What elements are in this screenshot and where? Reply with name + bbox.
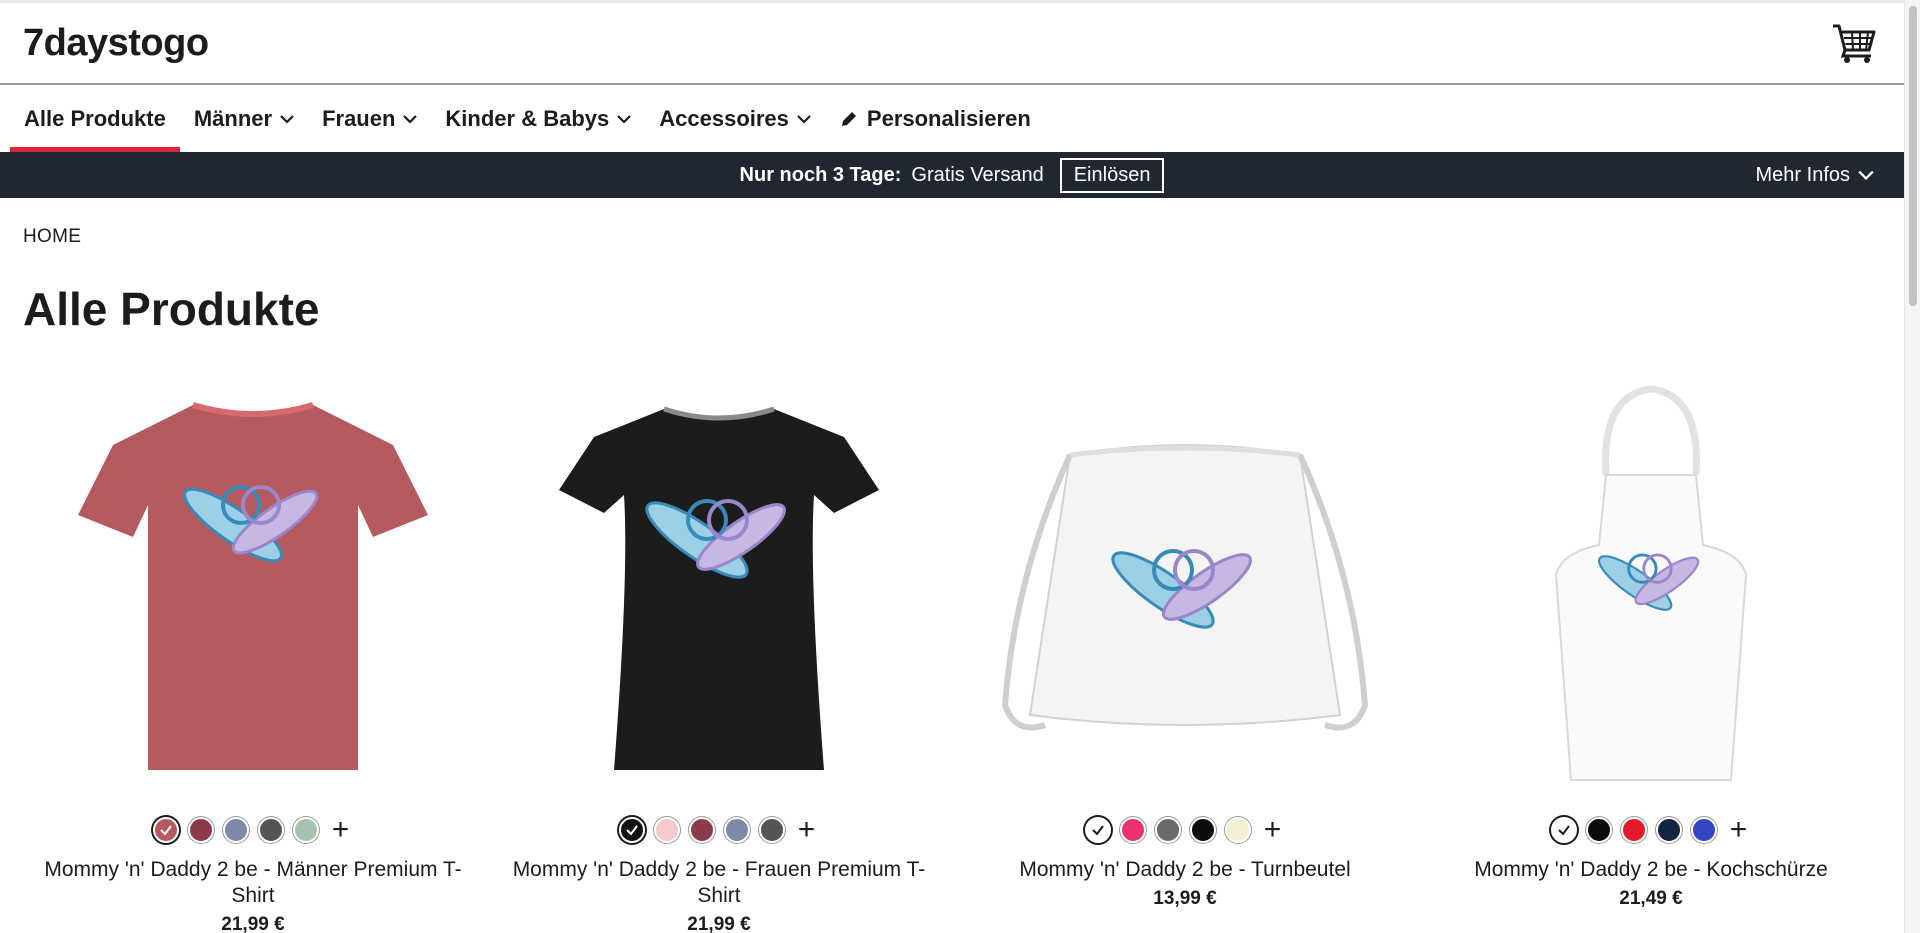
product-grid: + Mommy 'n' Daddy 2 be - Männer Premium … bbox=[0, 375, 1904, 933]
nav-label: Personalisieren bbox=[866, 105, 1031, 131]
product-card[interactable]: + Mommy 'n' Daddy 2 be - Männer Premium … bbox=[33, 375, 473, 933]
breadcrumb[interactable]: HOME bbox=[0, 198, 1904, 248]
color-swatch[interactable] bbox=[222, 817, 249, 843]
product-name[interactable]: Mommy 'n' Daddy 2 be - Turnbeutel bbox=[975, 857, 1395, 883]
chevron-down-icon bbox=[797, 114, 811, 124]
pencil-icon bbox=[841, 110, 858, 126]
nav-accessories[interactable]: Accessoires bbox=[645, 85, 825, 152]
color-swatch[interactable] bbox=[1655, 817, 1682, 843]
redeem-button[interactable]: Einlösen bbox=[1059, 157, 1165, 193]
page: 7daystogo Alle Produkte Männer Frauen Ki… bbox=[0, 0, 1904, 933]
promo-text: Gratis Versand bbox=[911, 163, 1044, 186]
more-colors-plus-icon[interactable]: + bbox=[1260, 815, 1286, 845]
promo-bar: Nur noch 3 Tage: Gratis Versand Einlösen… bbox=[0, 152, 1904, 198]
apron-image bbox=[1554, 385, 1748, 781]
color-swatch[interactable] bbox=[1084, 817, 1111, 843]
product-price: 13,99 € bbox=[1153, 888, 1217, 909]
product-price: 21,99 € bbox=[221, 914, 285, 933]
more-info-toggle[interactable]: Mehr Infos bbox=[1756, 152, 1874, 198]
nav-all-products[interactable]: Alle Produkte bbox=[10, 85, 180, 152]
chevron-down-icon bbox=[617, 114, 632, 124]
check-icon bbox=[1091, 825, 1104, 836]
product-image[interactable] bbox=[1441, 375, 1861, 795]
color-swatch[interactable] bbox=[257, 817, 284, 843]
more-colors-plus-icon[interactable]: + bbox=[794, 815, 820, 845]
nav-kids-babies[interactable]: Kinder & Babys bbox=[431, 85, 645, 152]
site-header: 7daystogo bbox=[0, 3, 1904, 85]
color-swatches: + bbox=[1550, 815, 1752, 845]
chevron-down-icon bbox=[280, 114, 294, 124]
product-card[interactable]: + Mommy 'n' Daddy 2 be - Kochschürze 21,… bbox=[1431, 375, 1871, 933]
color-swatch[interactable] bbox=[187, 817, 214, 843]
product-image[interactable] bbox=[975, 375, 1395, 795]
vertical-scrollbar[interactable] bbox=[1904, 0, 1920, 933]
cart-button[interactable] bbox=[1827, 16, 1881, 70]
product-name[interactable]: Mommy 'n' Daddy 2 be - Männer Premium T-… bbox=[43, 857, 463, 909]
more-colors-plus-icon[interactable]: + bbox=[328, 815, 354, 845]
chevron-down-icon bbox=[403, 114, 418, 124]
product-card[interactable]: + Mommy 'n' Daddy 2 be - Frauen Premium … bbox=[499, 375, 939, 933]
nav-label: Alle Produkte bbox=[24, 105, 166, 131]
nav-label: Accessoires bbox=[659, 105, 789, 131]
nav-women[interactable]: Frauen bbox=[308, 85, 431, 152]
shopping-cart-icon bbox=[1833, 24, 1876, 63]
color-swatch[interactable] bbox=[1550, 817, 1577, 843]
color-swatch[interactable] bbox=[653, 817, 680, 843]
product-image[interactable] bbox=[509, 375, 929, 795]
check-icon bbox=[1557, 825, 1570, 836]
color-swatch[interactable] bbox=[1690, 817, 1717, 843]
chevron-down-icon bbox=[1858, 170, 1874, 181]
color-swatch[interactable] bbox=[152, 817, 179, 843]
color-swatches: + bbox=[152, 815, 354, 845]
check-icon bbox=[625, 825, 638, 836]
check-icon bbox=[159, 825, 172, 836]
color-swatch[interactable] bbox=[1119, 817, 1146, 843]
product-name[interactable]: Mommy 'n' Daddy 2 be - Kochschürze bbox=[1441, 857, 1861, 883]
color-swatches: + bbox=[618, 815, 820, 845]
nav-label: Männer bbox=[193, 105, 273, 131]
nav-label: Frauen bbox=[322, 105, 396, 131]
color-swatch[interactable] bbox=[1224, 817, 1251, 843]
nav-label: Kinder & Babys bbox=[445, 105, 610, 131]
color-swatch[interactable] bbox=[758, 817, 785, 843]
main-navigation: Alle Produkte Männer Frauen Kinder & Bab… bbox=[0, 85, 1904, 152]
color-swatches: + bbox=[1084, 815, 1286, 845]
product-card[interactable]: + Mommy 'n' Daddy 2 be - Turnbeutel 13,9… bbox=[965, 375, 1405, 933]
site-logo[interactable]: 7daystogo bbox=[23, 22, 209, 65]
scrollbar-thumb[interactable] bbox=[1909, 6, 1917, 306]
page-title: Alle Produkte bbox=[23, 283, 320, 335]
color-swatch[interactable] bbox=[292, 817, 319, 843]
product-name[interactable]: Mommy 'n' Daddy 2 be - Frauen Premium T-… bbox=[509, 857, 929, 909]
color-swatch[interactable] bbox=[1189, 817, 1216, 843]
breadcrumb-home[interactable]: HOME bbox=[23, 226, 81, 247]
product-image[interactable] bbox=[43, 375, 463, 795]
tshirt-image bbox=[559, 406, 879, 770]
more-info-label: Mehr Infos bbox=[1755, 163, 1850, 186]
color-swatch[interactable] bbox=[1585, 817, 1612, 843]
promo-headline: Nur noch 3 Tage: bbox=[739, 163, 902, 186]
color-swatch[interactable] bbox=[1620, 817, 1647, 843]
product-price: 21,99 € bbox=[687, 914, 751, 933]
more-colors-plus-icon[interactable]: + bbox=[1726, 815, 1752, 845]
gym-bag-image bbox=[1001, 444, 1369, 731]
color-swatch[interactable] bbox=[1154, 817, 1181, 843]
product-price: 21,49 € bbox=[1619, 888, 1683, 909]
nav-men[interactable]: Männer bbox=[180, 85, 308, 152]
nav-personalize[interactable]: Personalisieren bbox=[825, 85, 1045, 152]
color-swatch[interactable] bbox=[723, 817, 750, 843]
color-swatch[interactable] bbox=[618, 817, 645, 843]
tshirt-image bbox=[78, 402, 428, 770]
color-swatch[interactable] bbox=[688, 817, 715, 843]
